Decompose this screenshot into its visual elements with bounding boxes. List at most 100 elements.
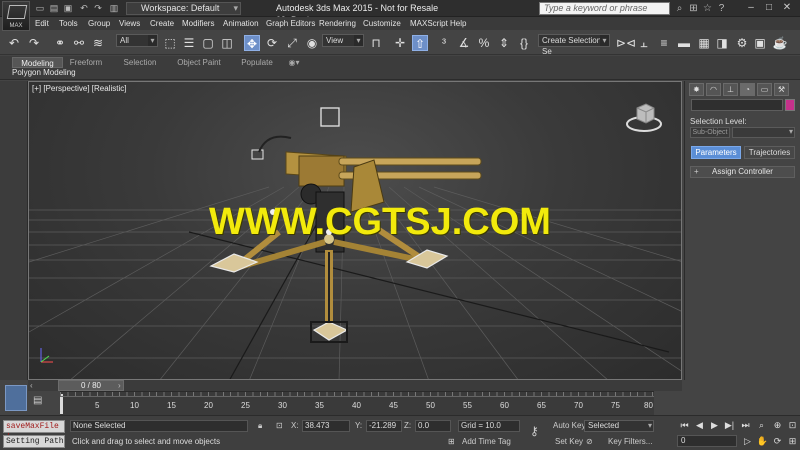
ribbon-options-icon[interactable]: ◉▾ <box>286 57 302 68</box>
maxscript-listener-output[interactable]: saveMaxFile ' <box>3 420 65 442</box>
object-name-field[interactable] <box>691 99 783 111</box>
align-icon[interactable]: ⫠ <box>636 35 652 51</box>
maxscript-listener-input[interactable]: Setting Path <box>3 435 65 448</box>
maximize-button[interactable]: □ <box>760 1 778 15</box>
set-key-button[interactable]: Set Key <box>555 436 583 447</box>
render-setup-icon[interactable]: ⚙ <box>734 35 750 51</box>
unlink-icon[interactable]: ⚯ <box>71 35 87 51</box>
bind-space-warp-icon[interactable]: ≋ <box>90 35 106 51</box>
tab-modeling[interactable]: Modeling <box>12 57 63 68</box>
percent-snap-icon[interactable]: % <box>476 35 492 51</box>
undo-icon[interactable]: ↶ <box>6 35 22 51</box>
curve-editor-icon[interactable]: ▦ <box>696 35 712 51</box>
maximize-viewport-icon[interactable]: ⊞ <box>786 435 799 447</box>
set-key-mode-key-icon[interactable]: ⚷ <box>530 425 539 437</box>
field-of-view-icon[interactable]: ▷ <box>741 435 754 447</box>
undo-icon[interactable]: ↶ <box>78 3 90 13</box>
edit-named-selection-icon[interactable]: {} <box>516 35 532 51</box>
new-file-icon[interactable]: ▭ <box>34 3 46 13</box>
modify-tab-icon[interactable]: ◠ <box>706 83 721 96</box>
key-filter-icon[interactable]: ⊘ <box>586 436 593 447</box>
orbit-icon[interactable]: ⟳ <box>771 435 784 447</box>
select-and-rotate-icon[interactable]: ⟳ <box>264 35 280 51</box>
open-file-icon[interactable]: ▤ <box>48 3 60 13</box>
layer-manager-icon[interactable]: ≡ <box>656 35 672 51</box>
render-production-icon[interactable]: ☕ <box>772 35 788 51</box>
tab-freeform[interactable]: Freeform <box>66 57 106 68</box>
help-search-input[interactable]: Type a keyword or phrase <box>539 2 670 15</box>
material-editor-icon[interactable]: ◨ <box>714 35 730 51</box>
lock-selection-icon[interactable]: 🔒︎ <box>258 420 262 431</box>
zoom-extents-icon[interactable]: ⊡ <box>786 419 799 431</box>
sub-object-button[interactable]: Sub-Object <box>690 127 730 138</box>
select-and-move-icon[interactable]: ✥ <box>244 35 260 51</box>
time-slider-thumb[interactable]: 0 / 80 <box>58 380 124 391</box>
y-coordinate-field[interactable]: -21.289 <box>366 420 402 432</box>
zoom-icon[interactable]: ⌕ <box>755 419 768 431</box>
play-icon[interactable]: ▶ <box>708 419 721 431</box>
menu-animation[interactable]: Animation <box>223 18 259 29</box>
zoom-all-icon[interactable]: ⊕ <box>771 419 784 431</box>
select-object-icon[interactable]: ⬚ <box>162 35 178 51</box>
window-crossing-icon[interactable]: ◫ <box>219 35 235 51</box>
search-icon[interactable]: ⌕ <box>674 3 685 14</box>
time-slider[interactable]: 0 / 80 › ‹ <box>28 380 682 391</box>
playhead[interactable] <box>60 394 63 414</box>
angle-snap-icon[interactable]: ∡ <box>456 35 472 51</box>
track-bar[interactable]: 5 10 15 20 25 30 35 40 45 50 55 60 65 70… <box>60 391 654 415</box>
absolute-mode-icon[interactable]: ⊡ <box>276 420 283 431</box>
tab-populate[interactable]: Populate <box>238 57 276 68</box>
mirror-icon[interactable]: ⊳⊲ <box>616 35 636 51</box>
key-mode-icon[interactable]: ▤ <box>33 395 42 406</box>
redo-icon[interactable]: ↷ <box>26 35 42 51</box>
reference-coordinate-dropdown[interactable]: View ▾ <box>322 34 364 47</box>
object-color-swatch[interactable] <box>785 99 795 111</box>
rectangular-region-icon[interactable]: ▢ <box>200 35 216 51</box>
select-and-scale-icon[interactable]: ⤢ <box>284 35 300 51</box>
hierarchy-tab-icon[interactable]: ⊥ <box>723 83 738 96</box>
mini-curve-editor-button[interactable] <box>5 385 27 411</box>
save-file-icon[interactable]: ▣ <box>62 3 74 13</box>
go-to-end-icon[interactable]: ⏭ <box>739 419 752 431</box>
app-logo[interactable]: MAX <box>2 1 30 31</box>
z-coordinate-field[interactable]: 0.0 <box>415 420 451 432</box>
polygon-modeling-panel[interactable]: Polygon Modeling <box>12 68 76 78</box>
pan-view-icon[interactable]: ✋ <box>756 435 769 447</box>
minimize-button[interactable]: – <box>742 1 760 15</box>
close-button[interactable]: ✕ <box>778 1 796 15</box>
time-tag-icon[interactable]: ⊞ <box>448 436 455 447</box>
named-selection-dropdown[interactable]: Create Selection Se ▾ <box>538 34 610 56</box>
communication-center-icon[interactable]: ☆ <box>702 3 713 14</box>
menu-graph-editors[interactable]: Graph Editors <box>266 18 315 29</box>
select-and-place-icon[interactable]: ◉ <box>304 35 320 51</box>
current-frame-field[interactable]: 0 <box>677 435 737 447</box>
tab-object-paint[interactable]: Object Paint <box>174 57 224 68</box>
viewport-label[interactable]: [+] [Perspective] [Realistic] <box>32 84 126 94</box>
tab-selection[interactable]: Selection <box>120 57 160 68</box>
link-icon[interactable]: ⚭ <box>52 35 68 51</box>
subscription-icon[interactable]: ⊞ <box>688 3 699 14</box>
parameters-button[interactable]: Parameters <box>691 146 741 159</box>
x-coordinate-field[interactable]: 38.473 <box>302 420 350 432</box>
menu-modifiers[interactable]: Modifiers <box>182 18 214 29</box>
menu-tools[interactable]: Tools <box>59 18 78 29</box>
trajectories-button[interactable]: Trajectories <box>744 146 795 159</box>
assign-controller-rollout[interactable]: + Assign Controller <box>690 166 795 178</box>
selection-filter-dropdown[interactable]: All ▾ <box>116 34 158 47</box>
menu-rendering[interactable]: Rendering <box>319 18 356 29</box>
previous-frame-icon[interactable]: ◀ <box>693 419 706 431</box>
menu-views[interactable]: Views <box>119 18 140 29</box>
perspective-viewport[interactable]: [+] [Perspective] [Realistic] WWW.CGTSJ.… <box>28 81 682 380</box>
prev-frame-icon[interactable]: ‹ <box>30 380 33 391</box>
rendered-frame-icon[interactable]: ▣ <box>752 35 768 51</box>
next-frame-icon[interactable]: › <box>118 380 121 391</box>
select-by-name-icon[interactable]: ☰ <box>181 35 197 51</box>
utilities-tab-icon[interactable]: ⚒ <box>774 83 789 96</box>
auto-key-button[interactable]: Auto Key <box>553 420 585 431</box>
menu-group[interactable]: Group <box>88 18 110 29</box>
menu-help[interactable]: Help <box>450 18 466 29</box>
menu-maxscript[interactable]: MAXScript <box>410 18 448 29</box>
sub-object-dropdown[interactable]: ▾ <box>732 127 795 138</box>
help-icon[interactable]: ? <box>716 3 727 14</box>
motion-tab-icon[interactable]: ◔ <box>740 83 755 96</box>
